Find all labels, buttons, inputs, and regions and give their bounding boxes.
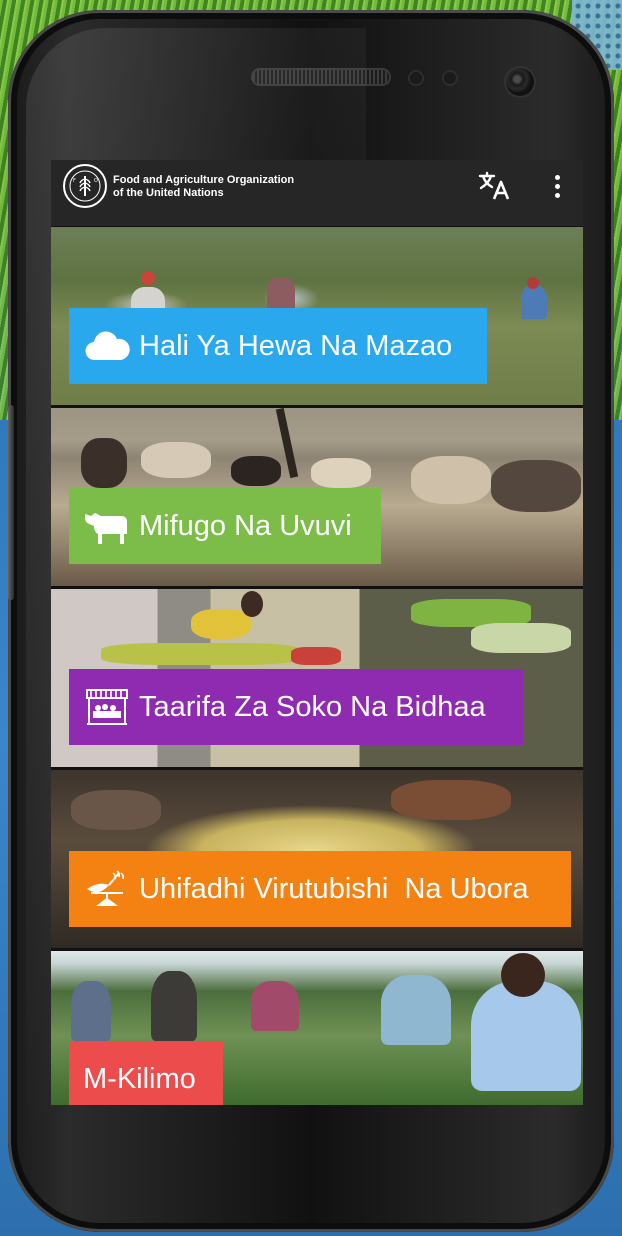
svg-text:O: O [94, 178, 98, 184]
menu-tile-market[interactable]: Taarifa Za Soko Na Bidhaa [51, 589, 583, 767]
menu-label-nutrition: Uhifadhi Virutubishi Na Ubora [139, 872, 529, 905]
menu-button-livestock[interactable]: Mifugo Na Uvuvi [69, 488, 381, 564]
fao-emblem-icon: F O [69, 170, 101, 202]
more-vert-icon[interactable] [547, 170, 567, 202]
menu-label-market: Taarifa Za Soko Na Bidhaa [139, 690, 486, 723]
nutrition-scale-icon [83, 869, 131, 909]
phone-camera [506, 68, 534, 96]
menu-button-mkilimo[interactable]: M-Kilimo [69, 1041, 223, 1105]
phone-speaker [253, 70, 389, 84]
menu-button-weather[interactable]: Hali Ya Hewa Na Mazao [69, 308, 487, 384]
menu-label-weather: Hali Ya Hewa Na Mazao [139, 329, 453, 362]
translate-icon[interactable] [477, 168, 513, 204]
fao-logo: F O [63, 164, 107, 208]
phone-sensor [444, 72, 456, 84]
menu-tile-weather[interactable]: Hali Ya Hewa Na Mazao [51, 227, 583, 405]
cow-icon [83, 506, 131, 546]
phone-sensor [410, 72, 422, 84]
cloud-icon [83, 326, 131, 366]
menu-tile-livestock[interactable]: Mifugo Na Uvuvi [51, 408, 583, 586]
menu-label-livestock: Mifugo Na Uvuvi [139, 509, 352, 542]
app-screen: F O Food and Agriculture Organization of… [51, 160, 583, 1105]
organization-name-line2: of the United Nations [113, 187, 224, 199]
menu-label-mkilimo: M-Kilimo [83, 1062, 196, 1095]
svg-text:F: F [73, 178, 76, 184]
menu-tile-nutrition[interactable]: Uhifadhi Virutubishi Na Ubora [51, 770, 583, 948]
market-stall-icon [83, 687, 131, 727]
menu-button-nutrition[interactable]: Uhifadhi Virutubishi Na Ubora [69, 851, 571, 927]
organization-name-line1: Food and Agriculture Organization [113, 174, 295, 186]
app-bar: F O Food and Agriculture Organization of… [51, 160, 583, 226]
menu-tile-mkilimo[interactable]: M-Kilimo [51, 951, 583, 1105]
organization-name: Food and Agriculture Organization of the… [113, 174, 294, 200]
menu-button-market[interactable]: Taarifa Za Soko Na Bidhaa [69, 669, 523, 745]
phone-side-button [8, 405, 14, 600]
